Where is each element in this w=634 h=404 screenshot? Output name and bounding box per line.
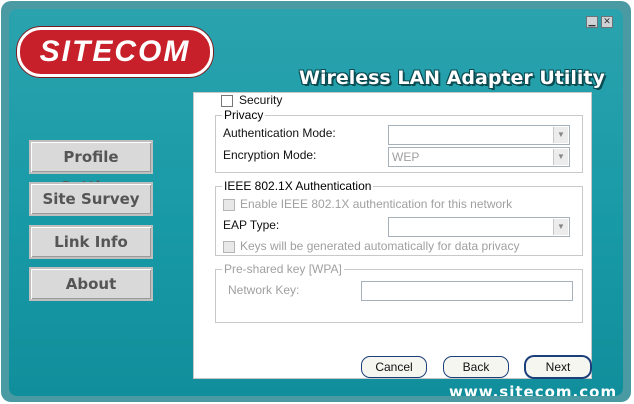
- encryption-mode-value: WEP: [392, 150, 420, 164]
- next-button[interactable]: Next: [525, 356, 591, 378]
- enable-8021x-label: Enable IEEE 802.1X authentication for th…: [240, 197, 513, 211]
- cancel-button[interactable]: Cancel: [361, 356, 427, 378]
- authentication-mode-select[interactable]: ▼: [388, 125, 570, 145]
- enable-8021x-checkbox[interactable]: [223, 199, 235, 211]
- sitecom-logo: SITECOM: [17, 27, 213, 77]
- footer-url: www.sitecom.com: [449, 383, 618, 396]
- nav-about-button[interactable]: About: [29, 267, 153, 301]
- chevron-down-icon[interactable]: ▼: [553, 127, 568, 143]
- window-frame: ▁ ✕ SITECOM Wireless LAN Adapter Utility…: [1, 1, 631, 402]
- chevron-down-icon[interactable]: ▼: [553, 149, 568, 165]
- back-button[interactable]: Back: [443, 356, 509, 378]
- nav-site-survey-button[interactable]: Site Survey: [29, 182, 153, 216]
- authentication-mode-label: Authentication Mode:: [223, 126, 336, 140]
- nav-profile-setting-button[interactable]: Profile Setting: [29, 140, 153, 196]
- minimize-icon[interactable]: ▁: [586, 16, 598, 28]
- encryption-mode-select[interactable]: WEP ▼: [388, 147, 570, 167]
- close-icon[interactable]: ✕: [601, 16, 613, 28]
- psk-group: Pre-shared key [WPA] Network Key:: [215, 262, 583, 323]
- encryption-mode-label: Encryption Mode:: [223, 148, 317, 162]
- window-body: ▁ ✕ SITECOM Wireless LAN Adapter Utility…: [9, 9, 623, 396]
- chevron-down-icon[interactable]: ▼: [553, 219, 568, 235]
- auto-keys-label: Keys will be generated automatically for…: [240, 239, 520, 253]
- eap-type-select[interactable]: ▼: [388, 217, 570, 237]
- privacy-group: Privacy Authentication Mode: ▼ Encryptio…: [215, 108, 583, 173]
- security-checkbox-label: Security: [239, 93, 283, 107]
- ieee-8021x-group: IEEE 802.1X Authentication Enable IEEE 8…: [215, 179, 583, 256]
- ieee-8021x-group-title: IEEE 802.1X Authentication: [222, 179, 374, 193]
- eap-type-label: EAP Type:: [223, 218, 280, 232]
- nav-link-info-button[interactable]: Link Info: [29, 225, 153, 259]
- app-title: Wireless LAN Adapter Utility: [299, 67, 605, 89]
- network-key-label: Network Key:: [228, 283, 300, 297]
- auto-keys-checkbox[interactable]: [223, 241, 235, 253]
- network-key-input[interactable]: [361, 281, 573, 301]
- profile-settings-panel: Security Privacy Authentication Mode: ▼ …: [193, 92, 592, 379]
- security-checkbox[interactable]: [221, 95, 233, 107]
- psk-group-title: Pre-shared key [WPA]: [222, 262, 344, 276]
- privacy-group-title: Privacy: [222, 108, 266, 122]
